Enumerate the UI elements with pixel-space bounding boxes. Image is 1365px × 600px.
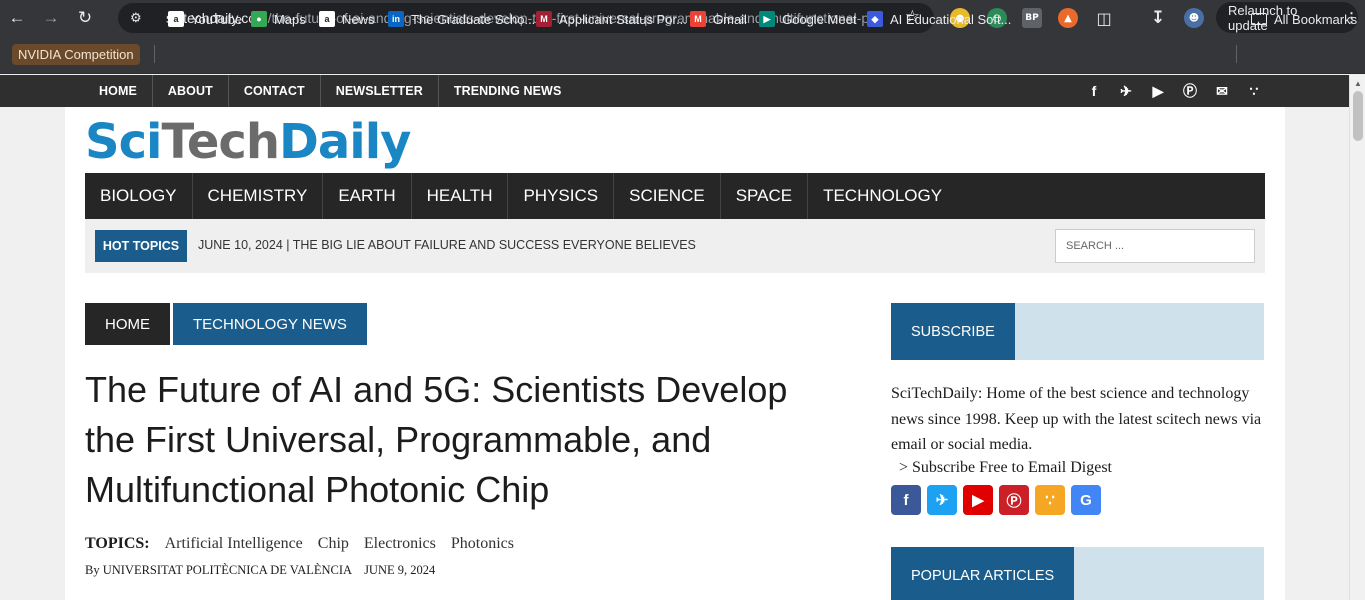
category-chemistry[interactable]: CHEMISTRY <box>193 173 324 219</box>
facebook-icon[interactable]: f <box>1078 83 1110 99</box>
google-news-icon[interactable]: G <box>1071 485 1101 515</box>
category-biology[interactable]: BIOLOGY <box>85 173 193 219</box>
bookmark-separator <box>1236 45 1237 63</box>
publish-date: JUNE 9, 2024 <box>364 563 436 577</box>
bookmark-maps[interactable]: ● Maps <box>251 9 306 29</box>
hot-topics-bar: HOT TOPICS JUNE 10, 2024 | THE BIG LIE A… <box>85 219 1265 273</box>
facebook-icon[interactable]: f <box>891 485 921 515</box>
rss-icon[interactable]: ∵ <box>1238 83 1270 100</box>
topic-tag[interactable]: Artificial Intelligence <box>165 535 303 553</box>
twitter-icon[interactable]: ✈ <box>1110 83 1142 100</box>
bookmark-applicant-status[interactable]: M Applicant Status Por... <box>536 9 687 29</box>
category-physics[interactable]: PHYSICS <box>508 173 615 219</box>
category-earth[interactable]: EARTH <box>323 173 412 219</box>
category-health[interactable]: HEALTH <box>412 173 509 219</box>
extension-icon[interactable]: ▲ <box>1058 8 1078 28</box>
topics-label: TOPICS: <box>85 535 150 552</box>
top-nav-about[interactable]: ABOUT <box>153 75 229 107</box>
youtube-icon[interactable]: ▶ <box>1142 83 1174 100</box>
shield-icon: ◆ <box>867 11 883 27</box>
category-science[interactable]: SCIENCE <box>614 173 721 219</box>
category-nav: BIOLOGY CHEMISTRY EARTH HEALTH PHYSICS S… <box>85 173 1265 219</box>
reload-icon[interactable]: ↻ <box>68 0 102 36</box>
profile-avatar[interactable]: ☻ <box>1184 8 1204 28</box>
top-nav-home[interactable]: HOME <box>84 75 153 107</box>
article-title: The Future of AI and 5G: Scientists Deve… <box>85 369 788 510</box>
extension-bp-icon[interactable]: BP <box>1022 8 1042 28</box>
search-input[interactable]: SEARCH ... <box>1055 229 1255 263</box>
page-content: Sci Tech Daily BIOLOGY CHEMISTRY EARTH HEA… <box>65 107 1285 600</box>
bookmark-news[interactable]: a News <box>319 9 375 29</box>
topic-tag[interactable]: Electronics <box>364 535 436 553</box>
category-space[interactable]: SPACE <box>721 173 809 219</box>
scrollbar-thumb[interactable] <box>1353 91 1363 141</box>
youtube-icon[interactable]: ▶ <box>963 485 993 515</box>
bookmark-folder-nvidia[interactable]: NVIDIA Competition <box>12 44 140 65</box>
extensions-puzzle-icon[interactable]: ◫ <box>1094 8 1114 28</box>
site-logo[interactable]: Sci Tech Daily <box>85 112 411 172</box>
category-technology[interactable]: TECHNOLOGY <box>808 173 957 219</box>
subscribe-header: SUBSCRIBE <box>891 303 1264 360</box>
topic-tag[interactable]: Photonics <box>451 535 514 553</box>
top-nav: HOME ABOUT CONTACT NEWSLETTER TRENDING N… <box>84 75 576 107</box>
hot-topic-link[interactable]: JUNE 10, 2024 | THE BIG LIE ABOUT FAILUR… <box>198 238 696 252</box>
amazon-icon: a <box>168 11 184 27</box>
forward-icon[interactable]: → <box>34 0 68 36</box>
site-top-bar: HOME ABOUT CONTACT NEWSLETTER TRENDING N… <box>0 75 1349 107</box>
pinterest-icon[interactable]: Ⓟ <box>1174 81 1206 101</box>
social-links: f ✈ ▶ Ⓟ ✉ ∵ <box>1078 75 1270 107</box>
page-scrollbar[interactable]: ▲ <box>1349 75 1365 600</box>
rss-icon[interactable]: ∵ <box>1035 485 1065 515</box>
subscribe-email-link[interactable]: > Subscribe Free to Email Digest <box>899 459 1112 477</box>
article-topics: TOPICS: Artificial Intelligence Chip Ele… <box>85 535 529 553</box>
bookmark-youtube[interactable]: a YouTube <box>168 9 242 29</box>
breadcrumb: HOME TECHNOLOGY NEWS <box>85 303 367 345</box>
subscribe-label: SUBSCRIBE <box>891 303 1015 360</box>
scroll-up-icon[interactable]: ▲ <box>1354 79 1362 88</box>
popular-articles-label: POPULAR ARTICLES <box>891 547 1075 600</box>
twitter-icon[interactable]: ✈ <box>927 485 957 515</box>
email-icon[interactable]: ✉ <box>1206 83 1238 100</box>
topic-tag[interactable]: Chip <box>318 535 349 553</box>
all-bookmarks-button[interactable]: All Bookmarks <box>1251 9 1357 29</box>
subscribe-description: SciTechDaily: Home of the best science a… <box>891 385 1262 453</box>
bookmark-ai-educational[interactable]: ◆ AI Educational Soft... <box>867 9 1011 29</box>
bookmark-google-meet[interactable]: ▶ Google Meet <box>759 9 856 29</box>
meet-icon: ▶ <box>759 11 775 27</box>
linkedin-icon: in <box>388 11 404 27</box>
top-nav-newsletter[interactable]: NEWSLETTER <box>321 75 439 107</box>
back-icon[interactable]: ← <box>0 0 34 36</box>
bookmark-graduate-school[interactable]: in The Graduate Scho... <box>388 9 535 29</box>
maps-icon: ● <box>251 11 267 27</box>
mit-icon: M <box>536 11 552 27</box>
breadcrumb-home[interactable]: HOME <box>85 303 170 345</box>
bookmark-separator <box>154 45 155 63</box>
amazon-icon: a <box>319 11 335 27</box>
breadcrumb-category[interactable]: TECHNOLOGY NEWS <box>173 303 367 345</box>
download-icon[interactable]: ↧ <box>1148 8 1168 28</box>
pinterest-icon[interactable]: Ⓟ <box>999 485 1029 515</box>
article-byline: By UNIVERSITAT POLITÈCNICA DE VALÈNCIA JU… <box>85 563 435 578</box>
hot-topics-label: HOT TOPICS <box>95 230 187 262</box>
bookmarks-bar <box>0 36 1365 74</box>
folder-icon <box>1251 13 1267 25</box>
sidebar-social-links: f ✈ ▶ Ⓟ ∵ G <box>891 485 1107 515</box>
site-info-icon[interactable]: ⚙ <box>130 10 152 26</box>
author[interactable]: By UNIVERSITAT POLITÈCNICA DE VALÈNCIA <box>85 563 352 577</box>
popular-articles-header: POPULAR ARTICLES <box>891 547 1264 600</box>
bookmark-gmail[interactable]: M Gmail <box>690 9 747 29</box>
top-nav-contact[interactable]: CONTACT <box>229 75 321 107</box>
gmail-icon: M <box>690 11 706 27</box>
top-nav-trending[interactable]: TRENDING NEWS <box>439 75 577 107</box>
